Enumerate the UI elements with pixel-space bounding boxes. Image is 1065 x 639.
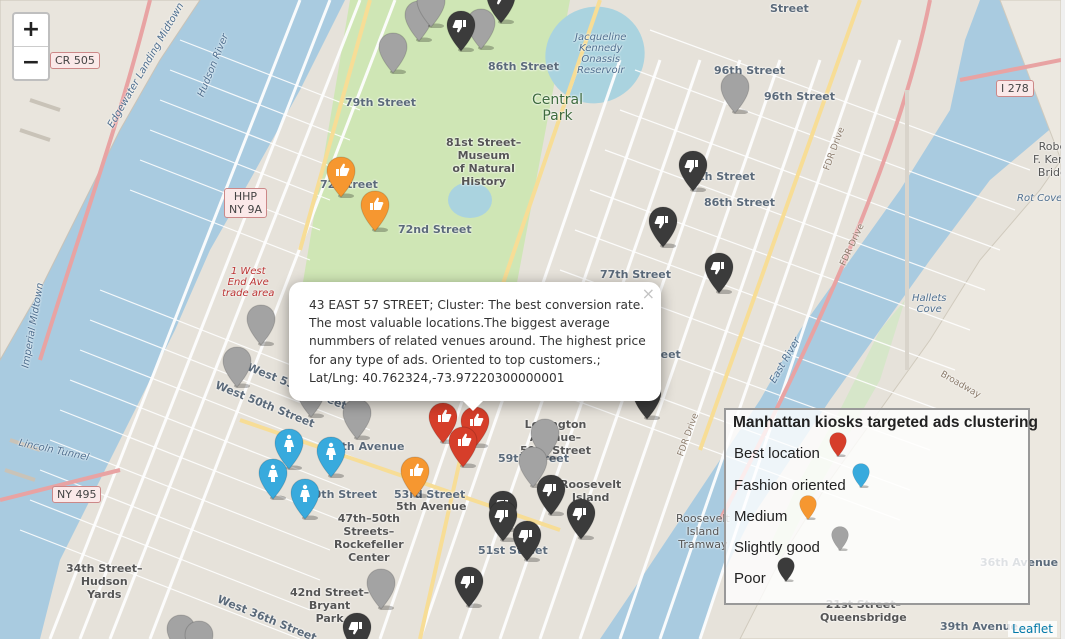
- legend-marker-medium-icon: [799, 495, 817, 525]
- map-marker-fashion-fashion[interactable]: [290, 478, 320, 520]
- map-marker-slight[interactable]: [184, 620, 214, 639]
- map-marker-medium-thumbs-up[interactable]: [326, 156, 356, 198]
- zoom-out-button[interactable]: −: [14, 46, 48, 79]
- map-marker-poor-thumbs-down[interactable]: [566, 498, 596, 540]
- map-marker-poor-thumbs-down[interactable]: [536, 474, 566, 516]
- map-marker-slight[interactable]: [378, 32, 408, 74]
- map-marker-slight[interactable]: [416, 0, 446, 28]
- map-marker-slight[interactable]: [342, 398, 372, 440]
- street-79: 79th Street: [345, 96, 417, 109]
- zoom-in-button[interactable]: +: [14, 14, 48, 46]
- map-marker-medium-thumbs-up[interactable]: [400, 456, 430, 498]
- legend: Manhattan kiosks targeted ads clustering…: [724, 408, 1038, 605]
- map-marker-slight[interactable]: [246, 304, 276, 346]
- reservoir-label: Jacqueline Kennedy Onassis Reservoir: [575, 32, 627, 76]
- map-marker-poor-thumbs-down[interactable]: [342, 612, 372, 639]
- popup-tip: [463, 401, 483, 411]
- central-park-label: Central Park: [532, 92, 583, 124]
- legend-item-medium: Medium: [734, 508, 788, 525]
- legend-marker-poor-icon: [777, 557, 795, 587]
- legend-item-slight: Slightly good: [734, 539, 820, 556]
- legend-item-best: Best location: [734, 445, 820, 462]
- marker-popup: × 43 EAST 57 STREET; Cluster: The best c…: [289, 282, 661, 411]
- map-marker-slight[interactable]: [366, 568, 396, 610]
- map-marker-medium-thumbs-up[interactable]: [360, 190, 390, 232]
- street-77: 77th Street: [600, 268, 672, 281]
- west-end-label: 1 West End Ave trade area: [222, 266, 275, 299]
- fifth-ave-label: 5th Avenue: [396, 500, 467, 513]
- legend-marker-fashion-icon: [852, 463, 870, 493]
- robert-kennedy-label: Robe F. Kenn Bridg: [1033, 140, 1061, 179]
- street-72: 72nd Street: [398, 223, 472, 236]
- hudson-yards-label: 34th Street– Hudson Yards: [66, 562, 143, 601]
- street-86e2: 86th Street: [704, 196, 776, 209]
- zoom-control: + −: [12, 12, 50, 81]
- map-marker-poor-thumbs-down[interactable]: [454, 566, 484, 608]
- ny9a-shield: HHP NY 9A: [224, 188, 267, 218]
- rot-cove-label: Rot Cove: [1017, 193, 1061, 204]
- museum-station-label: 81st Street– Museum of Natural History: [446, 136, 522, 188]
- map-marker-poor-thumbs-down[interactable]: [486, 0, 516, 24]
- map-marker-slight[interactable]: [222, 346, 252, 388]
- street-39: 39th Avenue: [940, 620, 1019, 633]
- legend-marker-slight-icon: [831, 526, 849, 556]
- map-marker-poor-thumbs-down[interactable]: [648, 206, 678, 248]
- rockefeller-label: 47th–50th Streets– Rockefeller Center: [334, 512, 404, 564]
- map-marker-fashion-fashion[interactable]: [258, 458, 288, 500]
- street-top: Street: [770, 2, 809, 15]
- popup-text: 43 EAST 57 STREET; Cluster: The best con…: [309, 298, 646, 385]
- i278-shield: I 278: [996, 80, 1034, 97]
- map-marker-poor-thumbs-down[interactable]: [704, 252, 734, 294]
- legend-title: Manhattan kiosks targeted ads clustering: [733, 414, 1038, 431]
- leaflet-attribution-link[interactable]: Leaflet: [1008, 621, 1057, 637]
- street-86w: 86th Street: [488, 60, 560, 73]
- street-96b: 96th Street: [764, 90, 836, 103]
- map-marker-poor-thumbs-down[interactable]: [446, 10, 476, 52]
- legend-marker-best-icon: [829, 432, 847, 462]
- map-view[interactable]: Central Park Jacqueline Kennedy Onassis …: [0, 0, 1061, 639]
- map-marker-fashion-fashion[interactable]: [316, 436, 346, 478]
- map-marker-best-thumbs-up[interactable]: [448, 426, 478, 468]
- hallets-cove-label: Hallets Cove: [912, 293, 947, 315]
- legend-item-poor: Poor: [734, 570, 766, 587]
- legend-item-fashion: Fashion oriented: [734, 477, 846, 494]
- map-marker-poor-thumbs-down[interactable]: [512, 520, 542, 562]
- cr505-shield: CR 505: [50, 52, 100, 69]
- roosevelt-tram-label: Roosevelt Island Tramway: [676, 512, 730, 551]
- ny495-shield: NY 495: [52, 486, 102, 503]
- right-edge: [1061, 0, 1065, 639]
- map-marker-poor-thumbs-down[interactable]: [678, 150, 708, 192]
- map-marker-slight[interactable]: [720, 72, 750, 114]
